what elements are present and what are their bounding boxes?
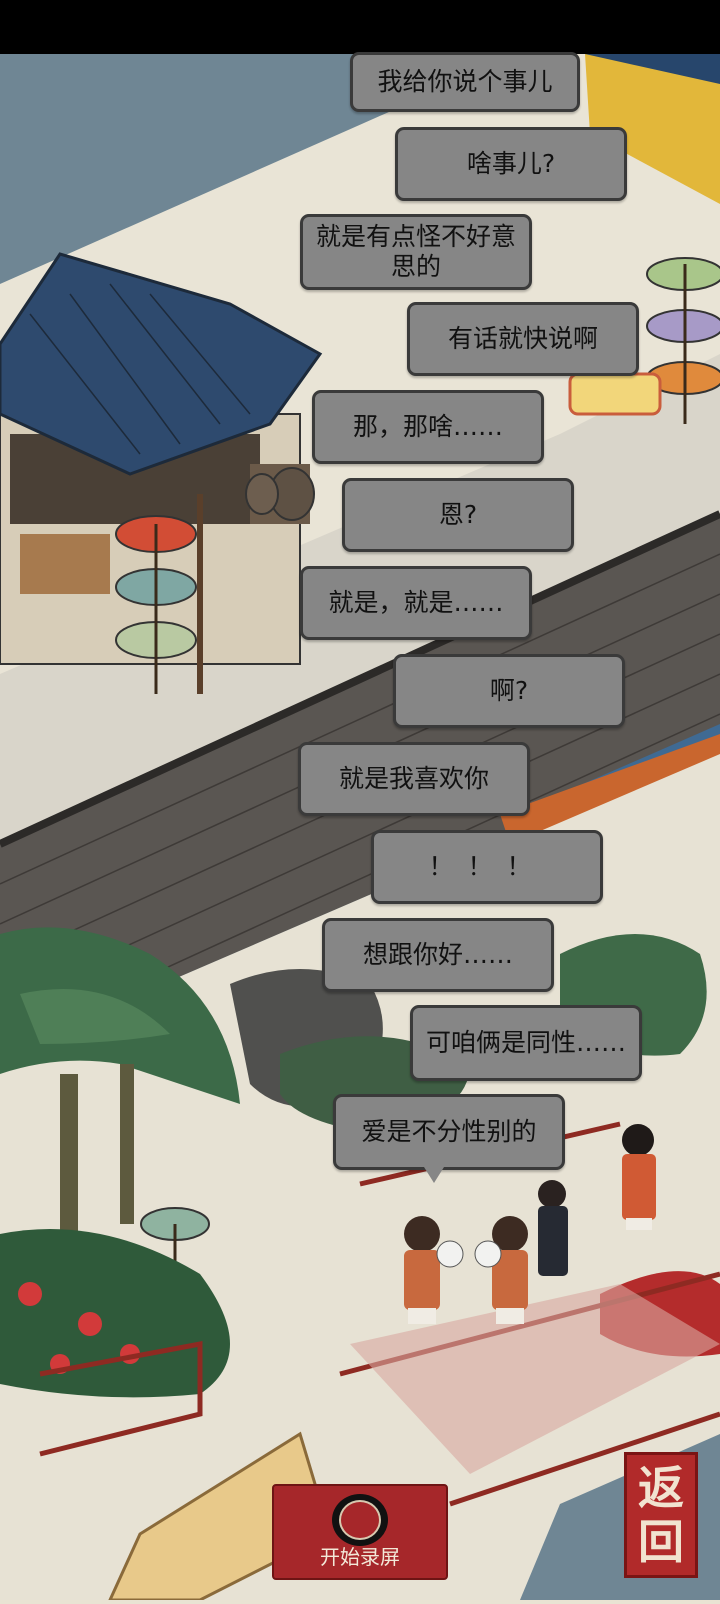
back-button[interactable]: 返 回 <box>624 1452 698 1578</box>
dialogue-bubble: 恩? <box>342 478 574 552</box>
dialogue-bubble: 那，那啥…… <box>312 390 544 464</box>
character-lady <box>622 1124 656 1230</box>
status-bar <box>0 0 720 54</box>
dialogue-bubble: 啥事儿? <box>395 127 627 201</box>
record-icon <box>332 1494 388 1546</box>
dialogue-bubble: 我给你说个事儿 <box>350 52 580 112</box>
start-recording-button[interactable]: 开始录屏 <box>272 1484 448 1580</box>
dialogue-bubble: ！！！ <box>371 830 603 904</box>
dialogue-bubble: 就是，就是…… <box>300 566 532 640</box>
back-button-char-1: 返 <box>638 1461 684 1515</box>
dialogue-bubble: 啊? <box>393 654 625 728</box>
game-scene[interactable]: 我给你说个事儿 啥事儿? 就是有点怪不好意思的 有话就快说啊 那，那啥…… 恩?… <box>0 52 720 1602</box>
dialogue-bubble: 就是有点怪不好意思的 <box>300 214 532 290</box>
character-dark-robe <box>538 1180 568 1276</box>
dialogue-bubble: 可咱俩是同性…… <box>410 1005 642 1081</box>
dialogue-bubble: 有话就快说啊 <box>407 302 639 376</box>
dialogue-bubble-speaker: 爱是不分性别的 <box>333 1094 565 1183</box>
back-button-char-2: 回 <box>638 1515 684 1569</box>
dialogue-bubble: 想跟你好…… <box>322 918 554 992</box>
dialogue-bubble: 就是我喜欢你 <box>298 742 530 816</box>
